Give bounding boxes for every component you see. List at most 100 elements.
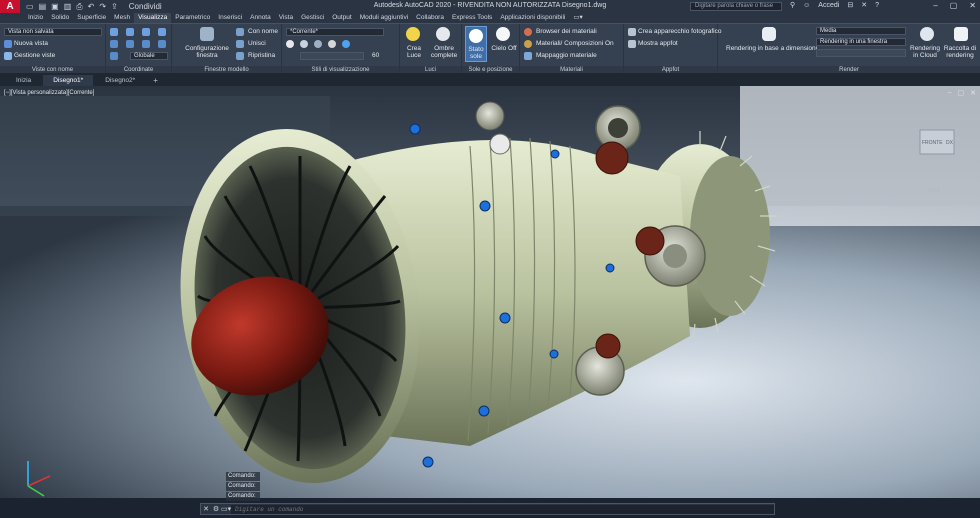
teapot-render-icon	[762, 27, 776, 41]
ucs-z-icon[interactable]	[142, 40, 150, 48]
ucs-3point-icon[interactable]	[158, 40, 166, 48]
viewport-close-icon[interactable]: ✕	[970, 89, 976, 97]
render-gallery-icon	[954, 27, 968, 41]
tab-applicazioni[interactable]: Applicazioni disponibili	[496, 13, 569, 23]
tab-annota[interactable]: Annota	[246, 13, 275, 23]
share-icon[interactable]: ⇪	[111, 2, 118, 11]
tab-mesh[interactable]: Mesh	[110, 13, 134, 23]
viewport-label[interactable]: [−][Vista personalizzata][Corrente]	[4, 90, 94, 96]
quick-access-toolbar: ▭ ▤ ▣ ▥ ⎙ ↶ ↷ ⇪ Condividi	[26, 2, 162, 12]
viewport-minimize-icon[interactable]: –	[948, 89, 952, 97]
binoculars-icon[interactable]: ⚲	[790, 1, 795, 9]
ucs-world-icon[interactable]	[126, 28, 134, 36]
materials-on-button[interactable]: Materiali/ Composizioni On	[536, 40, 614, 47]
render-gallery-button[interactable]: Raccolta di rendering	[942, 45, 978, 59]
tab-superficie[interactable]: Superficie	[73, 13, 110, 23]
show-cameras-button[interactable]: Mostra appfot	[638, 40, 678, 47]
create-light-button[interactable]: Crea Luce	[404, 45, 424, 59]
view-manager-button[interactable]: Gestione viste	[14, 52, 55, 59]
tab-vista[interactable]: Vista	[275, 13, 297, 23]
doc-tab-disegno2[interactable]: Disegno2*	[95, 75, 145, 86]
restore-viewports-button[interactable]: Ripristina	[248, 52, 275, 59]
settings-icon[interactable]: ⚙	[211, 505, 221, 513]
render-quality-slider[interactable]	[816, 49, 906, 57]
autocad-logo[interactable]: A	[0, 0, 20, 13]
ucs-y-icon[interactable]	[126, 40, 134, 48]
panel-appfot: Crea apparecchio fotografico Mostra appf…	[624, 24, 721, 74]
tab-inserisci[interactable]: Inserisci	[214, 13, 246, 23]
help-icon[interactable]: ?	[875, 2, 879, 9]
document-tabs: Inizia Disegno1* Disegno2* +	[0, 73, 980, 86]
doc-tab-disegno1[interactable]: Disegno1*	[43, 75, 94, 86]
panel-coordinate: Globale Coordinate	[106, 24, 172, 74]
sky-off-button[interactable]: Cielo Off	[490, 45, 518, 52]
ucs-view-icon[interactable]	[158, 28, 166, 36]
view-select[interactable]: Vista non salvata	[4, 28, 102, 36]
ucs-object-icon[interactable]	[110, 52, 118, 60]
color-icon[interactable]	[342, 40, 350, 48]
close-icon[interactable]: ✕	[201, 505, 211, 513]
ucs-x-icon[interactable]	[110, 40, 118, 48]
tab-moduli[interactable]: Moduli aggiuntivi	[356, 13, 412, 23]
cloud-render-button[interactable]: Rendering in Cloud	[910, 45, 940, 59]
command-prompt-icon[interactable]: ▭▾	[221, 505, 231, 513]
named-viewports-icon	[236, 28, 244, 36]
close-icon[interactable]: ✕	[969, 1, 976, 10]
viewport-config-icon	[200, 27, 214, 41]
ucs-origin-icon[interactable]	[142, 28, 150, 36]
ribbon-options-icon[interactable]: ▭▾	[569, 13, 586, 23]
exchange-icon[interactable]: ✕	[861, 1, 867, 9]
doc-tab-start[interactable]: Inizia	[6, 75, 41, 86]
viewport-config-button[interactable]: Configurazione finestra	[184, 45, 230, 59]
lighting-quality-icon[interactable]	[314, 40, 322, 48]
share-label[interactable]: Condividi	[129, 2, 162, 11]
tab-parametrico[interactable]: Parametrico	[171, 13, 214, 23]
signin-link[interactable]: Accedi	[818, 2, 839, 9]
add-tab-icon[interactable]: +	[147, 75, 164, 86]
tab-collabora[interactable]: Collabora	[412, 13, 448, 23]
view-manager-icon	[4, 52, 12, 60]
plot-icon[interactable]: ⎙	[76, 2, 82, 12]
new-file-icon[interactable]: ▭	[26, 2, 34, 11]
tab-gestisci[interactable]: Gestisci	[297, 13, 328, 23]
undo-icon[interactable]: ↶	[88, 2, 95, 11]
full-shadows-button[interactable]: Ombre complete	[430, 45, 458, 59]
title-bar: A ▭ ▤ ▣ ▥ ⎙ ↶ ↷ ⇪ Condividi Autodesk Aut…	[0, 0, 980, 13]
cart-icon[interactable]: ⊟	[847, 1, 853, 9]
autocad-window: A ▭ ▤ ▣ ▥ ⎙ ↶ ↷ ⇪ Condividi Autodesk Aut…	[0, 0, 980, 518]
maximize-icon[interactable]: ▢	[950, 1, 958, 10]
render-to-size-button[interactable]: Rendering in base a dimensioni	[726, 45, 817, 52]
tab-output[interactable]: Output	[328, 13, 356, 23]
new-view-button[interactable]: Nuova vista	[14, 40, 48, 47]
search-input[interactable]: Digitare parola chiave o frase	[690, 2, 782, 11]
xray-icon[interactable]	[328, 40, 336, 48]
tab-visualizza[interactable]: Visualizza	[134, 13, 172, 23]
save-as-icon[interactable]: ▥	[64, 2, 72, 11]
drawing-viewport[interactable]: FRONTE DX WCS [−][Vista personalizzata][…	[0, 86, 980, 498]
command-history-line: Comando:	[226, 472, 260, 481]
svg-text:WCS: WCS	[928, 188, 940, 194]
save-icon[interactable]: ▣	[51, 2, 59, 11]
minimize-icon[interactable]: –	[933, 1, 937, 10]
tab-solido[interactable]: Solido	[47, 13, 73, 23]
ucs-select[interactable]: Globale	[130, 52, 168, 60]
opacity-slider[interactable]	[300, 52, 364, 60]
join-viewports-button[interactable]: Unisci	[248, 40, 266, 47]
material-mapping-button[interactable]: Mappaggio materiale	[536, 52, 597, 59]
command-input[interactable]	[231, 504, 774, 514]
visual-style-select[interactable]: *Corrente*	[286, 28, 384, 36]
render-output-select[interactable]: Rendering in una finestra	[816, 38, 906, 46]
open-file-icon[interactable]: ▤	[39, 2, 47, 11]
redo-icon[interactable]: ↷	[99, 2, 106, 11]
materials-browser-button[interactable]: Browser dei materiali	[536, 28, 597, 35]
ucs-icon[interactable]	[110, 28, 118, 36]
face-style-icon[interactable]	[300, 40, 308, 48]
viewport-restore-icon[interactable]: ▢	[958, 89, 965, 97]
named-viewports-button[interactable]: Con nome	[248, 28, 278, 35]
tab-inizio[interactable]: Inizio	[24, 13, 47, 23]
create-camera-button[interactable]: Crea apparecchio fotografico	[638, 28, 721, 35]
edge-effects-icon[interactable]	[286, 40, 294, 48]
user-icon[interactable]: ☺	[803, 2, 810, 9]
tab-express-tools[interactable]: Express Tools	[448, 13, 496, 23]
render-preset-select[interactable]: Media	[816, 27, 906, 35]
